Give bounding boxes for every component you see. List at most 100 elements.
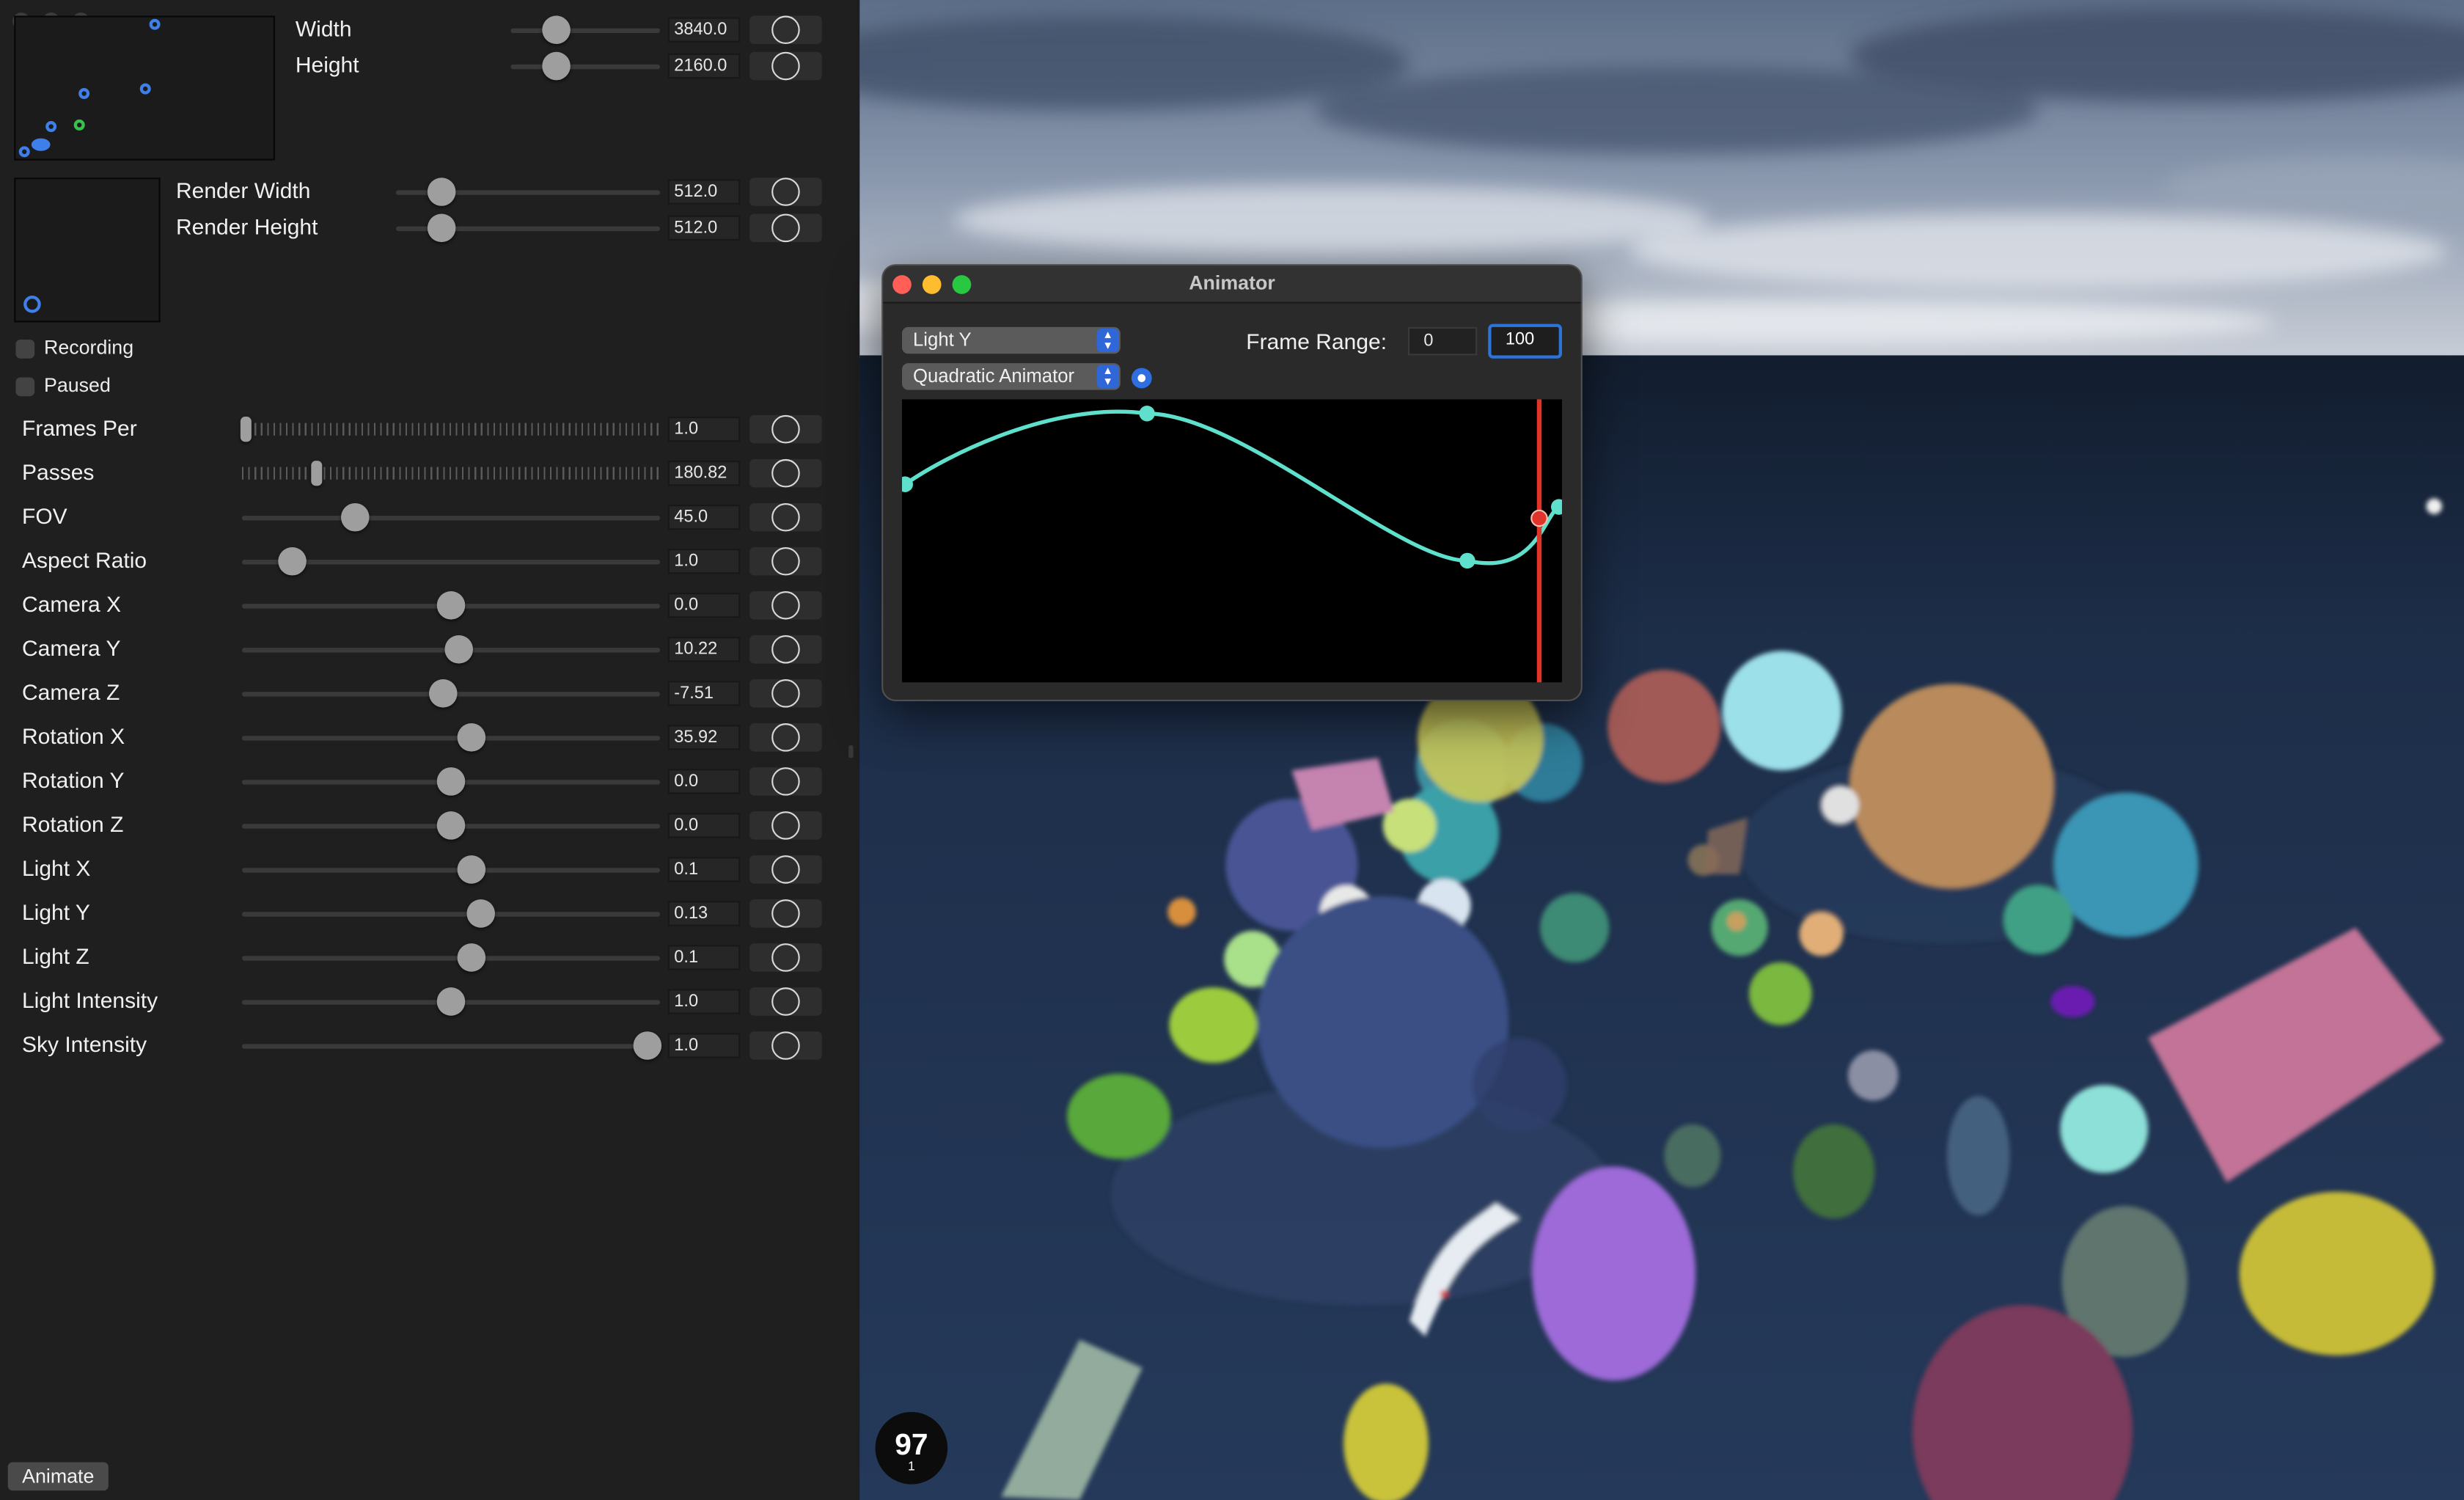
height-slider-thumb[interactable] (543, 51, 571, 81)
width-slider-thumb[interactable] (543, 15, 571, 45)
light-y-slider-track[interactable] (242, 912, 660, 917)
render-viewport[interactable] (859, 0, 2464, 1500)
rendered-scene (859, 0, 2464, 1500)
light-z-slider-track[interactable] (242, 956, 660, 961)
animation-curve-editor[interactable] (897, 399, 1567, 683)
rotation-z-keyframe-button[interactable] (749, 811, 822, 840)
light-intensity-value-field[interactable]: 1.0 (667, 989, 741, 1014)
render-xy-pad[interactable] (14, 178, 161, 323)
sky-intensity-value-field[interactable]: 1.0 (667, 1033, 741, 1058)
camera-y-keyframe-button[interactable] (749, 635, 822, 664)
sky-intensity-slider-thumb[interactable] (633, 1031, 662, 1060)
height-slider-track[interactable] (510, 64, 660, 70)
sky-intensity-label: Sky Intensity (22, 1031, 147, 1057)
pad-point (45, 121, 57, 133)
rotation-z-slider-thumb[interactable] (436, 811, 466, 840)
frames-per-slider-thumb[interactable] (241, 417, 252, 442)
light-x-value-field[interactable]: 0.1 (667, 857, 741, 882)
recording-checkbox[interactable] (15, 340, 35, 359)
width-value-field[interactable]: 3840.0 (667, 17, 741, 43)
light-y-slider-thumb[interactable] (466, 899, 495, 928)
light-intensity-keyframe-button[interactable] (749, 987, 822, 1016)
render-width-keyframe-button[interactable] (749, 178, 822, 206)
rotation-y-slider-thumb[interactable] (436, 767, 466, 796)
fov-slider-thumb[interactable] (340, 502, 370, 532)
frame-range-label: Frame Range: (1246, 329, 1387, 354)
rotation-x-keyframe-button[interactable] (749, 723, 822, 752)
animator-enable-radio[interactable] (1131, 367, 1152, 389)
sky-intensity-keyframe-button[interactable] (749, 1031, 822, 1060)
pad-point (139, 83, 151, 95)
camera-y-label: Camera Y (22, 635, 121, 661)
recording-checkbox-label: Recording (44, 336, 134, 359)
animator-titlebar[interactable]: Animator (883, 266, 1581, 304)
rotation-x-value-field[interactable]: 35.92 (667, 725, 741, 750)
light-x-keyframe-button[interactable] (749, 855, 822, 884)
light-x-slider-thumb[interactable] (458, 855, 486, 884)
render-height-slider-thumb[interactable] (426, 213, 455, 243)
aspect-ratio-value-field[interactable]: 1.0 (667, 549, 741, 574)
camera-z-slider-thumb[interactable] (428, 679, 457, 708)
camera-y-value-field[interactable]: 10.22 (667, 637, 741, 662)
passes-keyframe-button[interactable] (749, 458, 822, 488)
render-height-keyframe-button[interactable] (749, 213, 822, 243)
fov-value-field[interactable]: 45.0 (667, 505, 741, 530)
camera-x-keyframe-button[interactable] (749, 590, 822, 620)
rotation-x-slider-thumb[interactable] (458, 723, 486, 752)
rotation-y-value-field[interactable]: 0.0 (667, 769, 741, 794)
camera-x-slider-thumb[interactable] (436, 590, 466, 620)
passes-slider-thumb[interactable] (312, 461, 323, 486)
render-width-value-field[interactable]: 512.0 (667, 179, 741, 205)
width-slider-track[interactable] (510, 28, 660, 34)
aspect-ratio-slider-thumb[interactable] (278, 546, 307, 576)
aspect-ratio-keyframe-button[interactable] (749, 546, 822, 576)
light-z-slider-thumb[interactable] (458, 943, 486, 972)
pad-point (31, 138, 51, 151)
light-z-value-field[interactable]: 0.1 (667, 945, 741, 970)
animate-button[interactable]: Animate (7, 1462, 109, 1491)
rotation-y-keyframe-button[interactable] (749, 767, 822, 796)
rotation-x-slider-track[interactable] (242, 736, 660, 741)
light-y-value-field[interactable]: 0.13 (667, 901, 741, 926)
width-keyframe-button[interactable] (749, 15, 822, 45)
sky-intensity-slider-track[interactable] (242, 1044, 660, 1049)
animator-type-select[interactable]: Quadratic Animator ▴ ▾ (902, 363, 1121, 390)
height-keyframe-button[interactable] (749, 51, 822, 81)
camera-z-keyframe-button[interactable] (749, 679, 822, 708)
size-xy-pad[interactable] (14, 15, 276, 161)
pad-handle[interactable] (23, 295, 41, 313)
camera-z-value-field[interactable]: -7.51 (667, 681, 741, 706)
frames-per-keyframe-button[interactable] (749, 414, 822, 444)
passes-label: Passes (22, 458, 95, 485)
light-y-keyframe-button[interactable] (749, 899, 822, 928)
frames-per-value-field[interactable]: 1.0 (667, 417, 741, 442)
render-width-slider-thumb[interactable] (426, 178, 455, 206)
chevron-up-down-icon: ▴ ▾ (1096, 328, 1119, 353)
fov-keyframe-button[interactable] (749, 502, 822, 532)
light-x-slider-track[interactable] (242, 868, 660, 873)
rotation-z-value-field[interactable]: 0.0 (667, 813, 741, 838)
frame-range-end-field[interactable]: 100 (1488, 323, 1562, 359)
render-height-value-field[interactable]: 512.0 (667, 215, 741, 241)
chevron-up-down-icon: ▴ ▾ (1096, 364, 1119, 389)
split-divider-grip[interactable] (848, 745, 854, 758)
fov-slider-track[interactable] (242, 516, 660, 521)
render-height-label: Render Height (176, 213, 318, 239)
curve-canvas[interactable] (897, 399, 1567, 683)
light-z-keyframe-button[interactable] (749, 943, 822, 972)
frame-range-start-field[interactable]: 0 (1408, 326, 1478, 356)
animation-curve (903, 409, 1561, 566)
camera-x-value-field[interactable]: 0.0 (667, 593, 741, 618)
camera-y-slider-thumb[interactable] (445, 635, 474, 664)
rotation-y-label: Rotation Y (22, 767, 125, 793)
passes-value-field[interactable]: 180.82 (667, 461, 741, 486)
fov-label: FOV (22, 502, 67, 529)
render-width-label: Render Width (176, 178, 311, 203)
keyframe-handle[interactable] (1459, 552, 1475, 569)
paused-checkbox[interactable] (15, 377, 35, 397)
property-select[interactable]: Light Y ▴ ▾ (902, 326, 1121, 354)
pad-point (149, 18, 161, 30)
keyframe-handle[interactable] (1139, 406, 1155, 422)
light-intensity-slider-thumb[interactable] (436, 987, 466, 1016)
height-value-field[interactable]: 2160.0 (667, 53, 741, 79)
